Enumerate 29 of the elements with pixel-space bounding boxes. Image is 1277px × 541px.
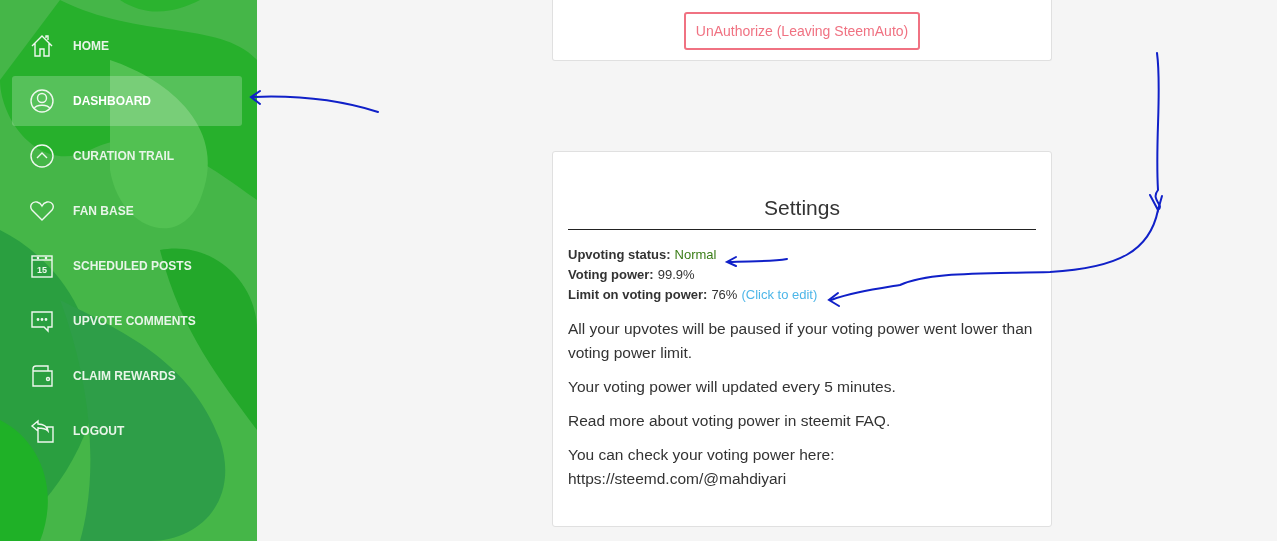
- info-paragraph: All your upvotes will be paused if your voting power went lower than voting power limit.: [568, 319, 1034, 363]
- calendar-icon: 15: [29, 253, 55, 279]
- logout-icon: [29, 418, 55, 444]
- field-label: Voting power:: [568, 267, 654, 282]
- field-value: 76%: [711, 287, 738, 302]
- unauthorize-button[interactable]: UnAuthorize (Leaving SteemAuto): [683, 12, 921, 50]
- comment-icon: [29, 308, 55, 334]
- sidebar-item[interactable]: 15 SCHEDULED POSTS: [12, 241, 242, 291]
- home-icon: [29, 33, 55, 59]
- field-value: 99.9%: [657, 267, 695, 282]
- sidebar-item[interactable]: DASHBOARD: [12, 76, 242, 126]
- settings-title: Settings: [568, 196, 1036, 230]
- sidebar-item[interactable]: UPVOTE COMMENTS: [12, 296, 242, 346]
- field-label: Limit on voting power:: [568, 287, 708, 302]
- info-paragraph: Read more about voting power in steemit FAQ.: [568, 411, 892, 431]
- sidebar-item[interactable]: CURATION TRAIL: [12, 131, 242, 181]
- status-value: Normal: [674, 247, 717, 262]
- wallet-icon: [29, 363, 55, 389]
- sidebar-item[interactable]: FAN BASE: [12, 186, 242, 236]
- edit-link[interactable]: (Click to edit): [741, 287, 818, 302]
- sidebar-item[interactable]: HOME: [12, 21, 242, 71]
- annotation-arrow: [724, 256, 788, 267]
- user-icon: [29, 88, 55, 114]
- chevron-up-icon: [29, 143, 55, 169]
- info-paragraph: Your voting power will updated every 5 minutes.: [568, 377, 897, 397]
- info-paragraph: You can check your voting power here: https://steemd.com/@mahdiyari: [568, 445, 836, 489]
- field-label: Upvoting status:: [568, 247, 671, 262]
- sidebar-item[interactable]: LOGOUT: [12, 406, 242, 456]
- sidebar-item[interactable]: CLAIM REWARDS: [12, 351, 242, 401]
